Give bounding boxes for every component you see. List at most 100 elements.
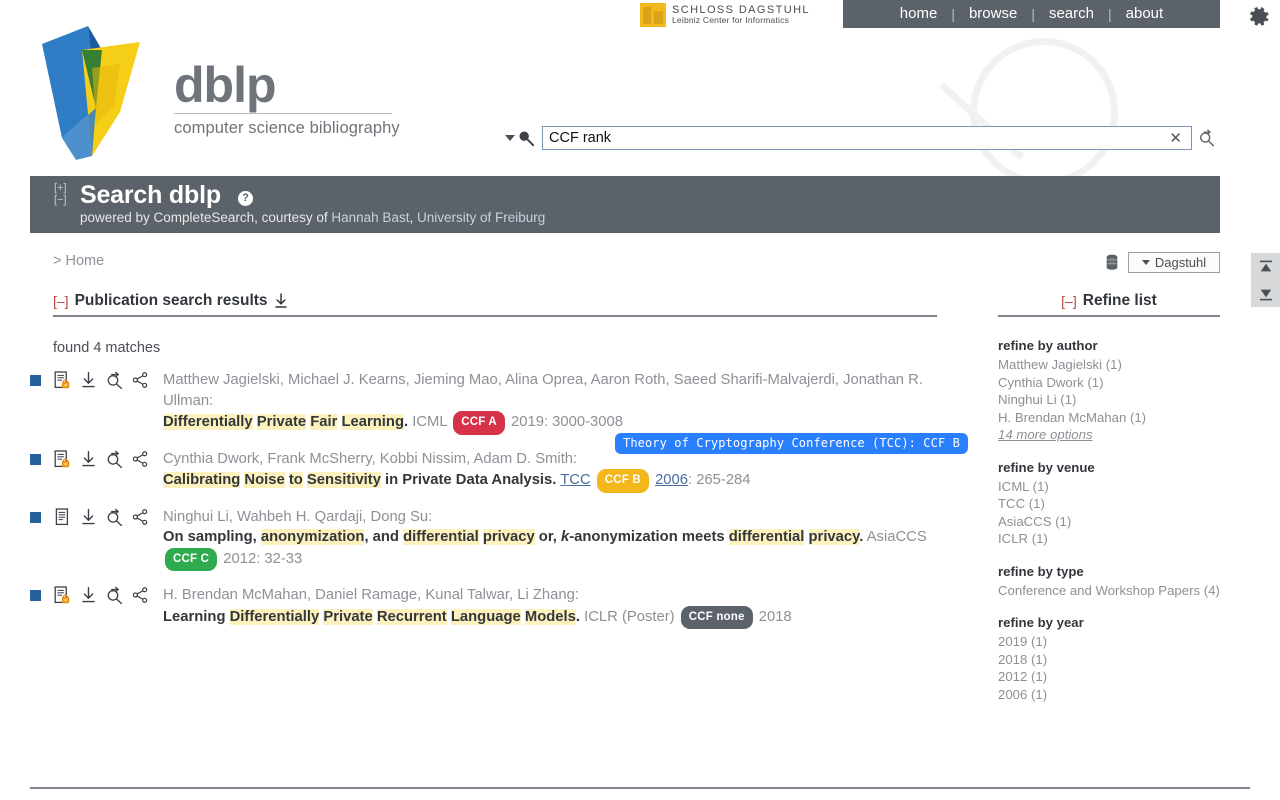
help-icon[interactable]: ?	[238, 191, 253, 206]
share-icon[interactable]	[132, 371, 149, 389]
open-access-document-icon[interactable]	[54, 371, 71, 389]
search-refine-icon[interactable]	[106, 508, 123, 526]
ccf-rank-badge[interactable]: CCF C	[165, 547, 218, 571]
refine-option[interactable]: ICLR (1)	[998, 530, 1228, 548]
nav-item-home[interactable]: home	[886, 0, 952, 28]
result-authors[interactable]: Cynthia Dwork, Frank McSherry, Kobbi Nis…	[163, 451, 577, 467]
ccf-rank-badge[interactable]: CCF none	[680, 605, 753, 629]
results-collapse-toggle[interactable]: [–]	[53, 293, 69, 309]
result-year[interactable]: 2012	[223, 551, 256, 567]
result-select-square[interactable]	[30, 375, 41, 386]
result-title[interactable]: On sampling, anonymization, and differen…	[163, 529, 863, 545]
search-dblp-banner: [+] [−] Search dblp ? powered by Complet…	[30, 176, 1220, 233]
dblp-wordmark: dblp computer science bibliography	[174, 60, 434, 138]
chevron-down-icon[interactable]	[505, 135, 515, 141]
share-icon[interactable]	[132, 450, 149, 468]
search-box[interactable]: ✕	[542, 126, 1192, 150]
result-year[interactable]: 2019	[511, 414, 544, 430]
scroll-to-top-icon[interactable]	[1251, 253, 1280, 280]
result-venue[interactable]: TCC	[560, 472, 590, 488]
search-refine-icon[interactable]	[106, 450, 123, 468]
collapse-all-toggle[interactable]: [−]	[54, 194, 67, 206]
title-highlight: Private	[256, 414, 307, 430]
refine-option[interactable]: Conference and Workshop Papers (4)	[998, 582, 1228, 600]
result-title[interactable]: Learning Differentially Private Recurren…	[163, 608, 580, 625]
search-refine-icon[interactable]	[106, 371, 123, 389]
hannah-bast-link[interactable]: Hannah Bast	[331, 210, 409, 225]
result-venue[interactable]: AsiaCCS	[867, 529, 927, 545]
result-year[interactable]: 2006	[655, 472, 688, 488]
refine-collapse-toggle[interactable]: [–]	[1061, 293, 1077, 309]
download-icon[interactable]	[80, 586, 97, 604]
refine-option[interactable]: Matthew Jagielski (1)	[998, 356, 1228, 374]
result-title[interactable]: Calibrating Noise to Sensitivity in Priv…	[163, 472, 556, 488]
refine-option[interactable]: 2018 (1)	[998, 651, 1228, 669]
search-icon[interactable]	[517, 129, 535, 147]
refine-option[interactable]: Ninghui Li (1)	[998, 391, 1228, 409]
database-select[interactable]: Dagstuhl	[1128, 252, 1220, 273]
result-title[interactable]: Differentially Private Fair Learning.	[163, 414, 408, 430]
refine-more-options[interactable]: 14 more options	[998, 426, 1228, 444]
title-highlight: Noise	[244, 472, 285, 488]
refine-option[interactable]: AsiaCCS (1)	[998, 513, 1228, 531]
title-text	[804, 529, 808, 545]
result-action-icons	[54, 449, 149, 468]
share-icon[interactable]	[132, 508, 149, 526]
refine-option[interactable]: 2019 (1)	[998, 633, 1228, 651]
search-input[interactable]	[543, 128, 1161, 148]
download-icon[interactable]	[80, 508, 97, 526]
download-icon[interactable]	[80, 371, 97, 389]
search-refine-icon[interactable]	[106, 586, 123, 604]
title-highlight: differential	[728, 529, 805, 545]
result-entry: Ninghui Li, Wahbeh H. Qardaji, Dong Su: O…	[30, 505, 940, 571]
title-highlight: Sensitivity	[306, 472, 381, 488]
refine-option[interactable]: 2006 (1)	[998, 686, 1228, 704]
share-icon[interactable]	[132, 586, 149, 604]
result-pages: : 32-33	[256, 550, 303, 567]
nav-item-browse[interactable]: browse	[955, 0, 1031, 28]
ccf-rank-badge[interactable]: CCF A	[453, 411, 505, 435]
gear-icon[interactable]	[1246, 4, 1272, 30]
subtitle-separator: ,	[409, 210, 417, 225]
schloss-dagstuhl-logo[interactable]: SCHLOSS DAGSTUHL Leibniz Center for Info…	[640, 2, 828, 28]
open-access-document-icon[interactable]	[54, 449, 71, 468]
search-refine-icon[interactable]	[1198, 129, 1216, 147]
banner-toggles: [+] [−]	[54, 182, 67, 206]
download-icon[interactable]	[274, 293, 288, 309]
refine-option[interactable]: ICML (1)	[998, 478, 1228, 496]
castle-icon	[640, 3, 666, 27]
breadcrumb-row: > Home Dagstuhl	[0, 250, 1280, 280]
result-venue[interactable]: ICML	[412, 414, 447, 430]
breadcrumb[interactable]: > Home	[53, 253, 104, 269]
nav-item-about[interactable]: about	[1112, 0, 1178, 28]
university-of-freiburg-link[interactable]: University of Freiburg	[417, 210, 545, 225]
result-authors[interactable]: Matthew Jagielski, Michael J. Kearns, Ji…	[163, 372, 923, 409]
result-venue[interactable]: ICLR (Poster)	[584, 609, 674, 625]
close-icon[interactable]: ✕	[1160, 131, 1191, 146]
expand-all-toggle[interactable]: [+]	[54, 182, 67, 194]
year-link[interactable]: 2006	[655, 472, 688, 488]
nav-item-search[interactable]: search	[1035, 0, 1108, 28]
open-access-document-icon[interactable]	[54, 586, 71, 604]
result-year[interactable]: 2018	[759, 609, 792, 625]
dblp-logo[interactable]: dblp computer science bibliography	[36, 20, 436, 160]
document-icon[interactable]	[54, 507, 71, 526]
result-authors[interactable]: H. Brendan McMahan, Daniel Ramage, Kunal…	[163, 587, 579, 603]
venue-link[interactable]: TCC	[560, 472, 590, 488]
refine-option[interactable]: TCC (1)	[998, 495, 1228, 513]
refine-option[interactable]: 2012 (1)	[998, 668, 1228, 686]
result-select-square[interactable]	[30, 590, 41, 601]
result-authors[interactable]: Ninghui Li, Wahbeh H. Qardaji, Dong Su:	[163, 509, 432, 525]
refine-option[interactable]: Cynthia Dwork (1)	[998, 374, 1228, 392]
scroll-to-bottom-icon[interactable]	[1251, 280, 1280, 307]
dblp-logo-mark	[42, 26, 140, 160]
refine-option[interactable]: H. Brendan McMahan (1)	[998, 409, 1228, 427]
title-text: Learning	[163, 608, 230, 625]
publication-results-header: [–] Publication search results	[53, 292, 937, 317]
result-select-square[interactable]	[30, 511, 41, 523]
database-icon[interactable]	[1104, 254, 1120, 271]
result-select-square[interactable]	[30, 453, 41, 465]
download-icon[interactable]	[80, 450, 97, 468]
title-suffix: .	[404, 414, 409, 430]
ccf-rank-badge[interactable]: CCF B	[596, 469, 649, 493]
